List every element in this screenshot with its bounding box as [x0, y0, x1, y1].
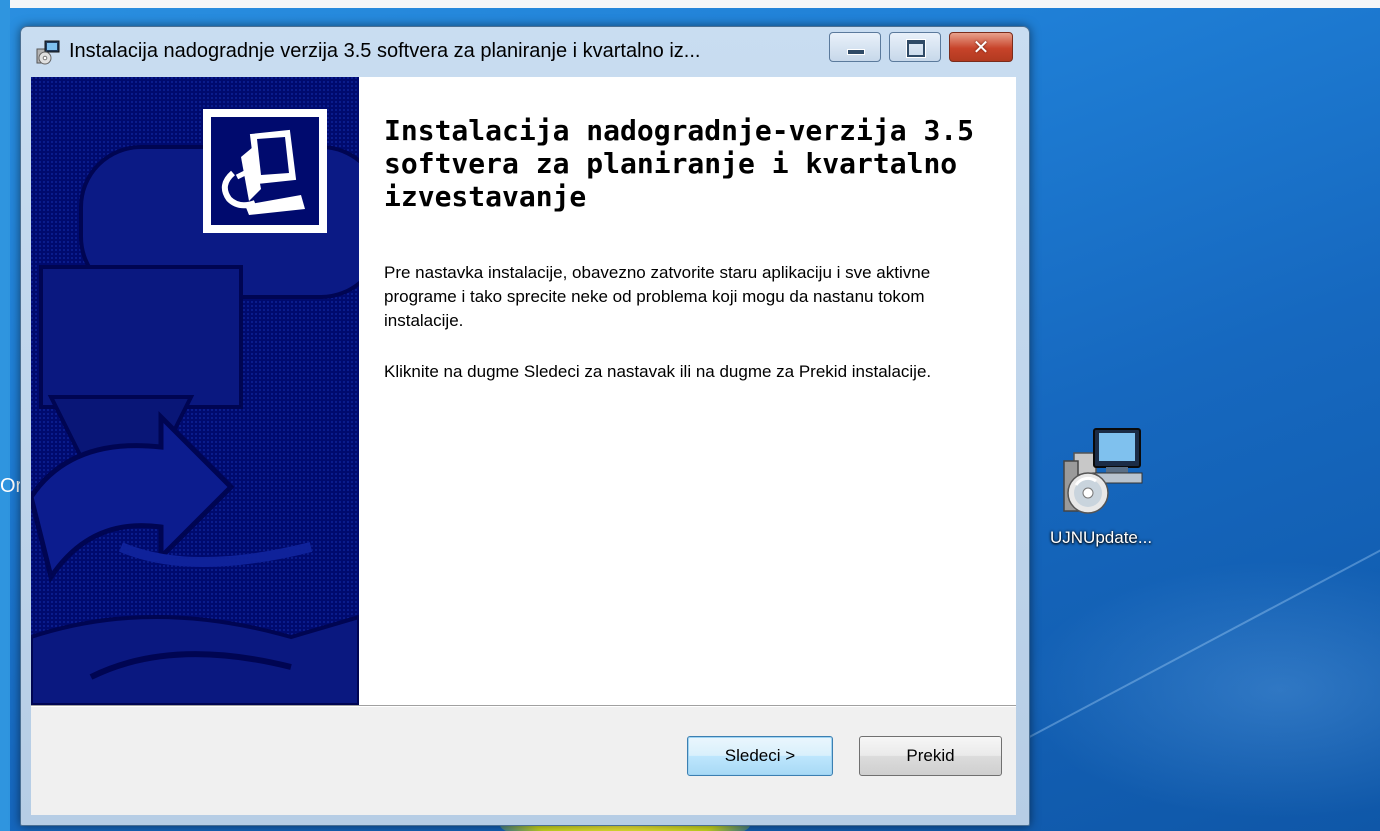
wizard-warning-text: Pre nastavka instalacije, obavezno zatvo… — [384, 263, 931, 330]
window-title: Instalacija nadogradnje verzija 3.5 soft… — [69, 40, 701, 62]
desktop-top-strip — [0, 0, 1380, 8]
minimize-button[interactable] — [829, 32, 881, 62]
desktop-icon-label: UJNUpdate... — [1050, 528, 1153, 547]
setup-package-icon — [1063, 428, 1143, 514]
wallpaper-glow — [1020, 560, 1380, 820]
partial-desktop-label: Or — [0, 475, 23, 497]
desktop-left-edge — [0, 0, 10, 831]
close-icon: ✕ — [972, 35, 990, 59]
cancel-button[interactable]: Prekid — [859, 736, 1002, 776]
wizard-content-panel: Instalacija nadogradnje-verzija 3.5 soft… — [359, 77, 1016, 705]
wizard-heading: Instalacija nadogradnje-verzija 3.5 soft… — [384, 114, 975, 213]
installer-window: Instalacija nadogradnje verzija 3.5 soft… — [20, 26, 1030, 826]
installer-client-area: Instalacija nadogradnje-verzija 3.5 soft… — [31, 77, 1016, 815]
wizard-instruction-text: Kliknite na dugme Sledeci za nastavak il… — [384, 362, 932, 381]
wizard-side-banner — [31, 77, 359, 705]
installer-app-icon — [36, 40, 60, 65]
computer-installer-icon — [221, 129, 305, 215]
title-bar[interactable]: Instalacija nadogradnje verzija 3.5 soft… — [21, 27, 1029, 77]
maximize-icon — [907, 40, 925, 57]
desktop-icon-ujnupdate[interactable]: UJNUpdate... — [1050, 425, 1153, 575]
next-button[interactable]: Sledeci > — [687, 736, 833, 776]
maximize-button[interactable] — [889, 32, 941, 62]
button-area-divider — [31, 705, 1016, 707]
close-button[interactable]: ✕ — [949, 32, 1013, 62]
minimize-icon — [847, 49, 865, 55]
